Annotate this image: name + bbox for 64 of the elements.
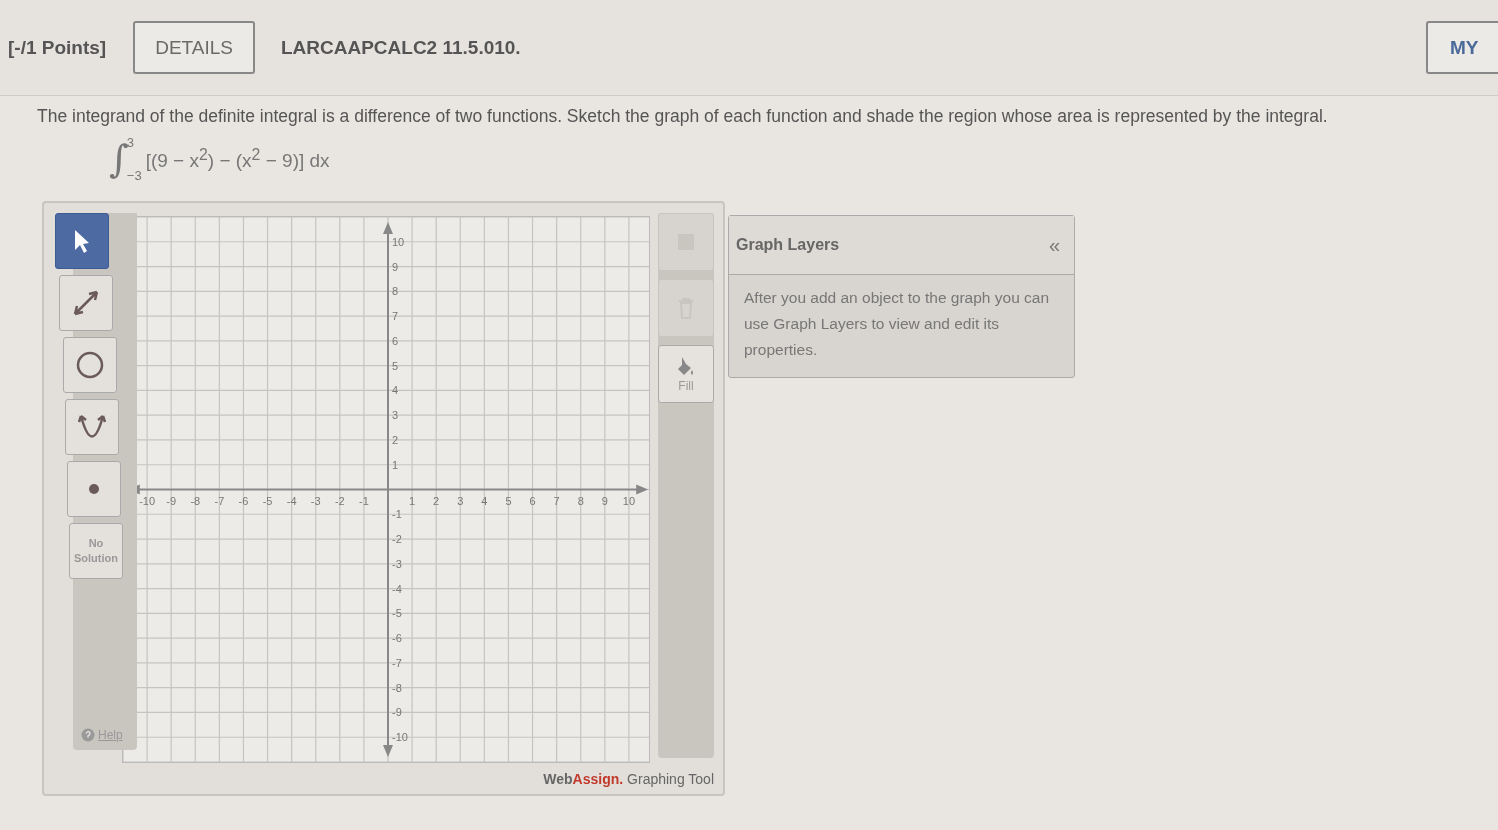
- y-tick-label: -8: [392, 681, 403, 694]
- y-tick-label: 8: [392, 285, 399, 298]
- x-tick-label: 9: [602, 494, 609, 507]
- x-tick-label: -1: [359, 494, 370, 507]
- y-tick-label: -7: [392, 656, 403, 669]
- x-tick-label: -5: [263, 494, 273, 507]
- x-tick-label: 6: [529, 494, 536, 507]
- y-tick-label: -2: [392, 533, 403, 546]
- collapse-button[interactable]: «: [1048, 233, 1060, 257]
- x-tick-label: -3: [311, 494, 321, 507]
- x-tick-label: 7: [553, 494, 561, 507]
- point-tool-button[interactable]: [67, 461, 121, 517]
- x-tick-label: 8: [578, 494, 585, 507]
- x-tick-label: 4: [481, 494, 488, 507]
- y-tick-label: -10: [392, 731, 409, 744]
- upper-limit: 3: [126, 135, 136, 150]
- x-tick-label: -6: [238, 494, 249, 507]
- coordinate-grid[interactable]: -10 -9 -8 -7 -6 -5 -4 -3 -2 -1 1 2 3 4 5 6 7 8 9 10 10 9 8 7 6 5 4 3 2 1 -1 -2 -3 -4 -5 -6 -7 -8 -9 -10: [122, 216, 650, 763]
- y-tick-label: -9: [392, 706, 403, 719]
- point-icon: [89, 484, 99, 494]
- y-tick-label: 7: [392, 310, 399, 323]
- line-tool-button[interactable]: [59, 275, 113, 331]
- graphing-tool-credit: WebAssign. Graphing Tool: [543, 771, 714, 787]
- x-tick-label: -10: [139, 494, 156, 507]
- details-button[interactable]: DETAILS: [133, 21, 255, 74]
- help-icon: [81, 728, 95, 742]
- integral-sign: ∫: [109, 140, 129, 178]
- points-label: [-/1 Points]: [8, 36, 107, 59]
- panel-text: After you add an object to the graph you can use Graph Layers to view and edit its properties.: [743, 288, 1051, 360]
- y-tick-label: 5: [392, 359, 399, 372]
- no-solution-button[interactable]: No Solution: [69, 523, 123, 579]
- x-tick-label: -4: [287, 494, 297, 507]
- integrand: [(9 − x$^{2}$) − (x$^{2}$ − 9)] dx: [145, 145, 330, 173]
- parabola-tool-button[interactable]: [65, 399, 119, 455]
- y-tick-label: 1: [392, 458, 399, 471]
- y-tick-label: 3: [392, 409, 399, 422]
- y-tick-label: -1: [392, 508, 403, 521]
- my-notes-button[interactable]: MY: [1426, 21, 1498, 74]
- lower-limit: −3: [126, 168, 142, 183]
- fill-button[interactable]: Fill: [658, 345, 714, 403]
- y-tick-label: 10: [392, 235, 405, 248]
- x-tick-label: -8: [190, 494, 201, 507]
- y-tick-label: -5: [392, 607, 403, 620]
- circle-tool-button[interactable]: [63, 337, 117, 393]
- x-tick-label: -9: [166, 494, 177, 507]
- problem-code: LARCAAPCALC2 11.5.010.: [280, 36, 521, 59]
- pointer-tool-button[interactable]: [55, 213, 109, 269]
- x-tick-label: 3: [457, 494, 464, 507]
- x-tick-label: 5: [505, 494, 512, 507]
- x-tick-label: 10: [623, 494, 636, 507]
- question-text: The integrand of the definite integral is a difference of two functions. Sketch the graph of each function and shade the region whose area is represented by the integral.: [37, 106, 1329, 127]
- y-tick-label: -6: [392, 632, 403, 645]
- x-tick-label: -2: [335, 494, 346, 507]
- x-tick-label: 2: [433, 494, 440, 507]
- y-tick-label: 4: [392, 384, 399, 397]
- pointer-icon: [74, 228, 90, 254]
- y-tick-label: 9: [392, 260, 399, 273]
- panel-title: Graph Layers: [736, 236, 840, 254]
- x-tick-label: 1: [409, 494, 416, 507]
- x-tick-label: -7: [214, 494, 225, 507]
- y-tick-label: 2: [392, 433, 399, 446]
- y-tick-label: -3: [392, 557, 403, 570]
- y-tick-label: -4: [392, 582, 403, 595]
- y-tick-label: 6: [392, 334, 399, 347]
